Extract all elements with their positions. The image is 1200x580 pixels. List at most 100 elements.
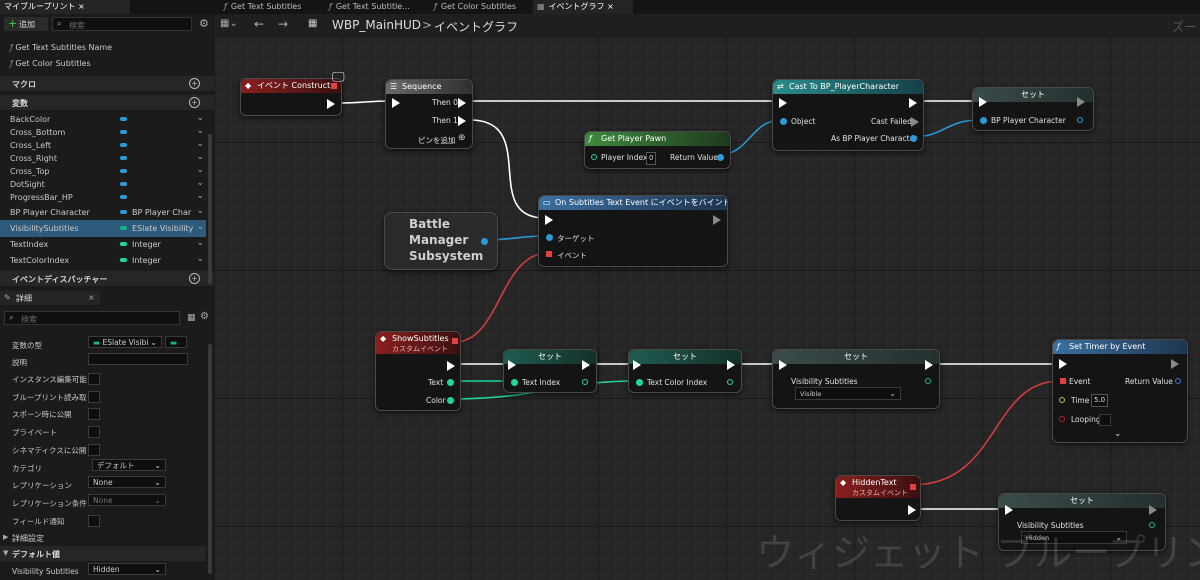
value-pin[interactable] xyxy=(980,117,987,124)
output-pin[interactable] xyxy=(582,379,588,385)
exec-out-pin[interactable] xyxy=(925,360,933,370)
color-pin[interactable] xyxy=(447,397,454,404)
pin-label: Cast Failed xyxy=(871,117,912,126)
exec-out-pin[interactable] xyxy=(713,215,721,225)
exec-out-pin[interactable] xyxy=(1077,97,1085,107)
output-pin[interactable] xyxy=(925,378,931,384)
as-pin[interactable] xyxy=(910,135,917,142)
exec-out-pin[interactable] xyxy=(908,505,916,515)
exec-in-pin[interactable] xyxy=(1005,505,1013,515)
node-set-text-color-index[interactable]: セット Text Color Index xyxy=(628,349,742,393)
player-index-pin[interactable] xyxy=(591,154,597,160)
node-title: Cast To BP_PlayerCharacter xyxy=(789,82,900,91)
node-title: イベント Construct xyxy=(257,81,331,90)
node-set-text-index[interactable]: セット Text Index xyxy=(503,349,597,393)
return-value-pin[interactable] xyxy=(717,154,724,161)
node-event-construct[interactable]: イベント Construct ◆ xyxy=(240,78,342,116)
sequence-icon: ☰ xyxy=(390,82,398,91)
pin-label: イベント xyxy=(557,251,587,260)
pin-label: Event xyxy=(1069,377,1091,386)
exec-out-pin[interactable] xyxy=(447,361,455,371)
pin-label: Time xyxy=(1071,396,1090,405)
exec-out-pin[interactable] xyxy=(327,99,335,109)
exec-in-pin[interactable] xyxy=(392,98,400,108)
value-pin[interactable] xyxy=(511,379,518,386)
pin-label: Return Value xyxy=(670,153,718,162)
pin-label: As BP Player Character xyxy=(831,134,918,143)
node-subtitle: カスタムイベント xyxy=(392,345,448,353)
player-index-input[interactable]: 0 xyxy=(646,152,657,165)
node-sequence[interactable]: Sequence ☰ Then 0 Then 1 ピンを追加 ⊕ xyxy=(385,79,473,149)
value-pin[interactable] xyxy=(636,379,643,386)
node-battle-manager-subsystem[interactable]: Battle Manager Subsystem xyxy=(384,212,498,270)
output-pin[interactable] xyxy=(1077,117,1083,123)
exec-in-pin[interactable] xyxy=(979,97,987,107)
node-title: セット xyxy=(1070,496,1094,505)
then0-pin[interactable] xyxy=(458,98,466,108)
text-pin[interactable] xyxy=(447,379,454,386)
node-title: Sequence xyxy=(402,82,442,91)
exec-out-pin[interactable] xyxy=(1171,359,1179,369)
exec-in-pin[interactable] xyxy=(779,98,787,108)
pin-label: Then 1 xyxy=(432,116,458,125)
node-title: Get Player Pawn xyxy=(601,134,667,143)
node-show-subtitles-event[interactable]: ShowSubtitles カスタムイベント ◆ Text Color xyxy=(375,331,461,411)
looping-pin[interactable] xyxy=(1059,416,1065,422)
looping-checkbox[interactable] xyxy=(1099,414,1111,426)
node-header: セット xyxy=(973,88,1093,102)
node-get-player-pawn[interactable]: Get Player Pawn ƒ Player Index 0 Return … xyxy=(584,131,731,169)
subsystem-output-pin[interactable] xyxy=(481,238,488,245)
cast-icon: ⇄ xyxy=(777,82,784,91)
time-pin[interactable] xyxy=(1059,397,1065,403)
pin-label: Looping xyxy=(1071,415,1101,424)
add-pin-label[interactable]: ピンを追加 xyxy=(418,135,456,146)
exec-out-pin[interactable] xyxy=(909,98,917,108)
exec-out-pin[interactable] xyxy=(1149,505,1157,515)
then1-pin[interactable] xyxy=(458,116,466,126)
node-title: セット xyxy=(1021,90,1045,99)
pin-label: Player Index xyxy=(601,153,648,162)
combo-value: Visible xyxy=(800,390,822,398)
pin-label: Text Index xyxy=(522,378,561,387)
target-pin[interactable] xyxy=(546,234,553,241)
node-title: On Subtitles Text Event にイベントをバインド xyxy=(555,198,727,207)
node-header: Set Timer by Event xyxy=(1053,340,1187,354)
node-hidden-text-event[interactable]: HiddenText カスタムイベント ◆ xyxy=(835,475,921,521)
add-pin-icon[interactable]: ⊕ xyxy=(458,133,466,143)
pin-label: Text Color Index xyxy=(647,378,708,387)
exec-out-pin[interactable] xyxy=(582,360,590,370)
chevron-down-icon[interactable]: ⌄ xyxy=(1114,429,1122,439)
exec-in-pin[interactable] xyxy=(508,360,516,370)
exec-wire xyxy=(339,100,391,104)
node-set-player-character[interactable]: セット BP Player Character xyxy=(972,87,1094,131)
exec-out-pin[interactable] xyxy=(727,360,735,370)
event-icon: ◆ xyxy=(840,478,847,487)
exec-in-pin[interactable] xyxy=(779,360,787,370)
cast-failed-pin[interactable] xyxy=(911,117,919,127)
node-title: セット xyxy=(844,352,868,361)
exec-in-pin[interactable] xyxy=(633,360,641,370)
delegate-pin[interactable] xyxy=(910,484,916,490)
node-title: Set Timer by Event xyxy=(1069,342,1146,351)
pin-label: Then 0 xyxy=(432,98,458,107)
return-value-pin[interactable] xyxy=(1175,378,1181,384)
delegate-pin[interactable] xyxy=(452,338,458,344)
time-input[interactable]: 5.0 xyxy=(1091,394,1109,407)
node-title: Battle Manager Subsystem xyxy=(409,217,484,263)
object-pin[interactable] xyxy=(780,118,787,125)
node-set-timer-by-event[interactable]: Set Timer by Event ƒ Event Return Value … xyxy=(1052,339,1188,443)
node-set-visibility-visible[interactable]: セット Visibility Subtitles Visible ⌄ xyxy=(772,349,940,409)
node-header: セット xyxy=(629,350,741,364)
exec-in-pin[interactable] xyxy=(1059,359,1067,369)
node-cast-to-player[interactable]: Cast To BP_PlayerCharacter ⇄ Object Cast… xyxy=(772,79,924,151)
visibility-value-select[interactable]: Visible ⌄ xyxy=(795,387,901,400)
node-bind-event[interactable]: On Subtitles Text Event にイベントをバインド ▭ ターゲ… xyxy=(538,195,728,267)
node-header: イベント Construct xyxy=(241,79,341,93)
event-icon: ◆ xyxy=(245,81,252,90)
event-pin[interactable] xyxy=(546,251,552,257)
exec-in-pin[interactable] xyxy=(545,215,553,225)
event-pin[interactable] xyxy=(1060,378,1066,384)
output-pin[interactable] xyxy=(727,379,733,385)
node-title: セット xyxy=(673,352,697,361)
node-header: Sequence xyxy=(386,80,472,94)
